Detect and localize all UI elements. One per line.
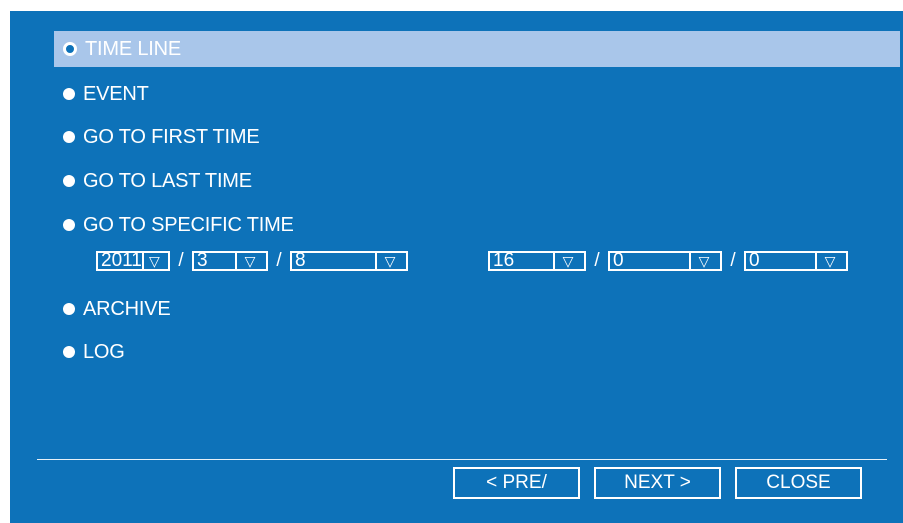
second-select[interactable]: 0 ▽ — [744, 250, 848, 271]
date-separator: / — [276, 250, 282, 271]
radio-icon — [63, 346, 75, 358]
hour-value: 16 — [493, 250, 515, 271]
time-separator: / — [730, 250, 736, 271]
prev-button[interactable]: < PRE/ — [453, 467, 580, 499]
day-select[interactable]: 8 ▽ — [290, 250, 408, 271]
chevron-down-icon[interactable]: ▽ — [141, 251, 165, 271]
option-go-to-last-time[interactable]: GO TO LAST TIME — [54, 163, 252, 199]
chevron-down-icon[interactable]: ▽ — [815, 251, 843, 271]
option-label: GO TO SPECIFIC TIME — [83, 213, 294, 236]
radio-icon — [63, 219, 75, 231]
chevron-down-icon[interactable]: ▽ — [235, 251, 263, 271]
time-separator: / — [594, 250, 600, 271]
day-value: 8 — [295, 250, 306, 271]
radio-icon — [63, 303, 75, 315]
search-panel: TIME LINE EVENT GO TO FIRST TIME GO TO L… — [10, 11, 903, 523]
option-time-line[interactable]: TIME LINE — [54, 31, 900, 67]
close-button[interactable]: CLOSE — [735, 467, 862, 499]
radio-icon — [63, 88, 75, 100]
radio-icon — [63, 175, 75, 187]
option-label: GO TO LAST TIME — [83, 169, 252, 192]
time-selector: 16 ▽ / 0 ▽ / 0 ▽ — [488, 249, 848, 273]
option-label: GO TO FIRST TIME — [83, 125, 260, 148]
option-archive[interactable]: ARCHIVE — [54, 291, 171, 327]
month-select[interactable]: 3 ▽ — [192, 250, 268, 271]
radio-icon — [63, 42, 77, 56]
year-select[interactable]: 2011 ▽ — [96, 250, 170, 271]
option-go-to-first-time[interactable]: GO TO FIRST TIME — [54, 119, 260, 155]
hour-select[interactable]: 16 ▽ — [488, 250, 586, 271]
option-go-to-specific-time[interactable]: GO TO SPECIFIC TIME — [54, 207, 294, 243]
option-event[interactable]: EVENT — [54, 76, 149, 112]
chevron-down-icon[interactable]: ▽ — [375, 251, 403, 271]
month-value: 3 — [197, 250, 208, 271]
minute-value: 0 — [613, 250, 624, 271]
option-label: LOG — [83, 340, 125, 363]
option-label: TIME LINE — [85, 37, 181, 60]
second-value: 0 — [749, 250, 760, 271]
option-label: ARCHIVE — [83, 297, 171, 320]
minute-select[interactable]: 0 ▽ — [608, 250, 722, 271]
option-log[interactable]: LOG — [54, 334, 125, 370]
chevron-down-icon[interactable]: ▽ — [689, 251, 717, 271]
chevron-down-icon[interactable]: ▽ — [553, 251, 581, 271]
year-value: 2011 — [101, 250, 142, 271]
option-label: EVENT — [83, 82, 149, 105]
divider — [37, 459, 887, 460]
date-selector: 2011 ▽ / 3 ▽ / 8 ▽ — [96, 249, 408, 273]
next-button[interactable]: NEXT > — [594, 467, 721, 499]
date-separator: / — [178, 250, 184, 271]
radio-icon — [63, 131, 75, 143]
